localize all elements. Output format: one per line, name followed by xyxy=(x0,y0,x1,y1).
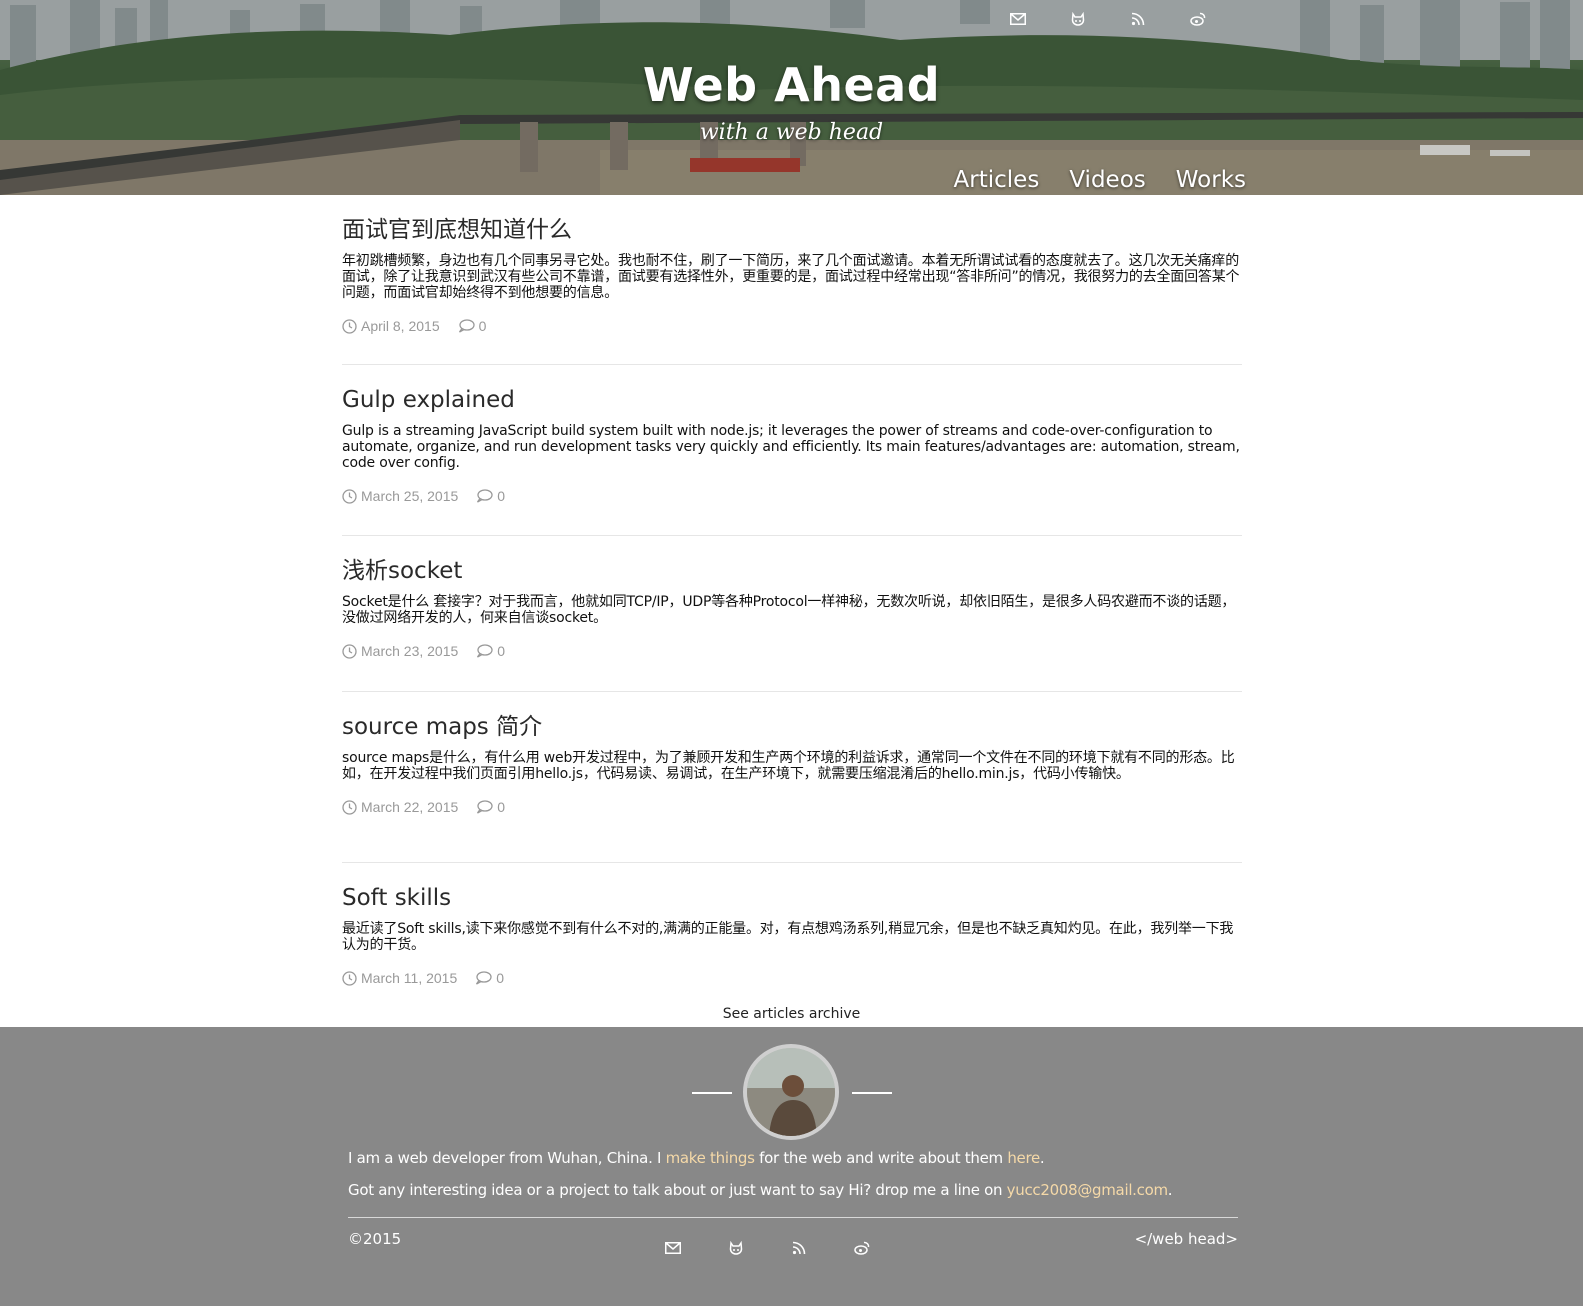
nav-articles[interactable]: Articles xyxy=(954,167,1040,193)
article-list: 面试官到底想知道什么 年初跳槽频繁，身边也有几个同事另寻它处。我也耐不住，刷了一… xyxy=(342,195,1242,993)
copyright: ©2015 xyxy=(348,1230,402,1248)
article-excerpt: source maps是什么，有什么用 web开发过程中，为了兼顾开发和生产两个… xyxy=(342,750,1235,782)
article-comment-count: 0 xyxy=(497,643,506,659)
about-text-4: Got any interesting idea or a project to… xyxy=(348,1181,1007,1199)
comment-icon xyxy=(477,489,493,503)
avatar-divider-left xyxy=(692,1092,732,1094)
make-things-link[interactable]: make things xyxy=(666,1149,755,1167)
clock-icon xyxy=(342,488,357,504)
nav-works[interactable]: Works xyxy=(1176,167,1246,193)
article-comments-link[interactable]: 0 xyxy=(476,643,505,659)
article-excerpt: Socket是什么 套接字？对于我而言，他就如同TCP/IP，UDP等各种Pro… xyxy=(342,594,1236,626)
footer-divider xyxy=(348,1217,1238,1218)
article-comments-link[interactable]: 0 xyxy=(458,318,487,334)
clock-icon xyxy=(342,799,357,815)
clock-icon xyxy=(342,970,357,986)
article-title[interactable]: Soft skills xyxy=(342,883,1242,913)
avatar-divider-right xyxy=(852,1092,892,1094)
article-title[interactable]: source maps 简介 xyxy=(342,712,1242,742)
article-title[interactable]: 面试官到底想知道什么 xyxy=(342,215,1242,245)
article-date: March 22, 2015 xyxy=(361,799,459,815)
comment-icon xyxy=(477,800,493,814)
avatar xyxy=(743,1044,839,1140)
article-item: source maps 简介 source maps是什么，有什么用 web开发… xyxy=(342,692,1242,863)
main-nav: Articles Videos Works xyxy=(954,167,1246,193)
articles-archive-link[interactable]: See articles archive xyxy=(0,1006,1583,1022)
header-social-icons xyxy=(1008,9,1208,29)
nav-videos[interactable]: Videos xyxy=(1069,167,1145,193)
rss-icon[interactable] xyxy=(789,1238,809,1258)
about-paragraph-2: Got any interesting idea or a project to… xyxy=(348,1180,1238,1200)
about-text: I am a web developer from Wuhan, China. … xyxy=(348,1148,1238,1200)
about-text-3: . xyxy=(1039,1149,1045,1167)
article-comment-count: 0 xyxy=(497,488,506,504)
article-comments-link[interactable]: 0 xyxy=(475,970,504,986)
comment-icon xyxy=(458,319,475,333)
article-date-link[interactable]: March 22, 2015 xyxy=(342,799,458,815)
site-title[interactable]: Web Ahead xyxy=(0,58,1583,112)
about-text-2: for the web and write about them xyxy=(754,1149,1008,1167)
here-link[interactable]: here xyxy=(1007,1149,1040,1167)
article-comment-count: 0 xyxy=(496,970,505,986)
clock-icon xyxy=(342,318,357,334)
article-item: Soft skills 最近读了Soft skills,读下来你感觉不到有什么不… xyxy=(342,863,1242,993)
rss-icon[interactable] xyxy=(1128,9,1148,29)
article-date-link[interactable]: April 8, 2015 xyxy=(342,318,440,334)
weibo-icon[interactable] xyxy=(1188,9,1208,29)
github-icon[interactable] xyxy=(1068,9,1088,29)
article-meta: March 25, 2015 0 xyxy=(342,487,1242,505)
article-date: March 23, 2015 xyxy=(361,643,459,659)
mail-icon[interactable] xyxy=(1008,9,1028,29)
article-item: Gulp explained Gulp is a streaming JavaS… xyxy=(342,365,1242,536)
site-subtitle: with a web head xyxy=(699,120,884,145)
article-comments-link[interactable]: 0 xyxy=(476,799,505,815)
about-text-1: I am a web developer from Wuhan, China. … xyxy=(348,1149,666,1167)
github-icon[interactable] xyxy=(726,1238,746,1258)
article-meta: March 11, 2015 0 xyxy=(342,969,1242,987)
avatar-row xyxy=(0,1044,1583,1140)
article-title[interactable]: Gulp explained xyxy=(342,385,1242,415)
article-item: 浅析socket Socket是什么 套接字？对于我而言，他就如同TCP/IP，… xyxy=(342,536,1242,692)
weibo-icon[interactable] xyxy=(852,1238,872,1258)
article-excerpt: Gulp is a streaming JavaScript build sys… xyxy=(342,423,1240,471)
article-meta: April 8, 2015 0 xyxy=(342,317,1242,335)
site-header: Web Ahead with a web head Articles Video… xyxy=(0,0,1583,195)
article-comments-link[interactable]: 0 xyxy=(476,488,505,504)
article-meta: March 23, 2015 0 xyxy=(342,642,1242,660)
article-comment-count: 0 xyxy=(478,318,487,334)
article-excerpt: 最近读了Soft skills,读下来你感觉不到有什么不对的,满满的正能量。对，… xyxy=(342,921,1234,953)
site-footer: I am a web developer from Wuhan, China. … xyxy=(0,1027,1583,1306)
article-excerpt: 年初跳槽频繁，身边也有几个同事另寻它处。我也耐不住，刷了一下简历，来了几个面试邀… xyxy=(342,253,1240,301)
article-date-link[interactable]: March 11, 2015 xyxy=(342,970,457,986)
footer-brand: </web head> xyxy=(1134,1230,1238,1248)
email-link[interactable]: yucc2008@gmail.com xyxy=(1007,1181,1168,1199)
comment-icon xyxy=(477,644,493,658)
article-title[interactable]: 浅析socket xyxy=(342,556,1242,586)
article-comment-count: 0 xyxy=(497,799,506,815)
article-date-link[interactable]: March 25, 2015 xyxy=(342,488,458,504)
footer-social-icons xyxy=(663,1238,872,1258)
article-date: March 11, 2015 xyxy=(361,970,458,986)
about-text-5: . xyxy=(1167,1181,1173,1199)
about-paragraph-1: I am a web developer from Wuhan, China. … xyxy=(348,1148,1238,1168)
mail-icon[interactable] xyxy=(663,1238,683,1258)
article-meta: March 22, 2015 0 xyxy=(342,798,1242,816)
article-date: March 25, 2015 xyxy=(361,488,459,504)
article-date: April 8, 2015 xyxy=(361,318,440,334)
comment-icon xyxy=(476,971,492,985)
article-date-link[interactable]: March 23, 2015 xyxy=(342,643,458,659)
article-item: 面试官到底想知道什么 年初跳槽频繁，身边也有几个同事另寻它处。我也耐不住，刷了一… xyxy=(342,195,1242,365)
clock-icon xyxy=(342,643,357,659)
